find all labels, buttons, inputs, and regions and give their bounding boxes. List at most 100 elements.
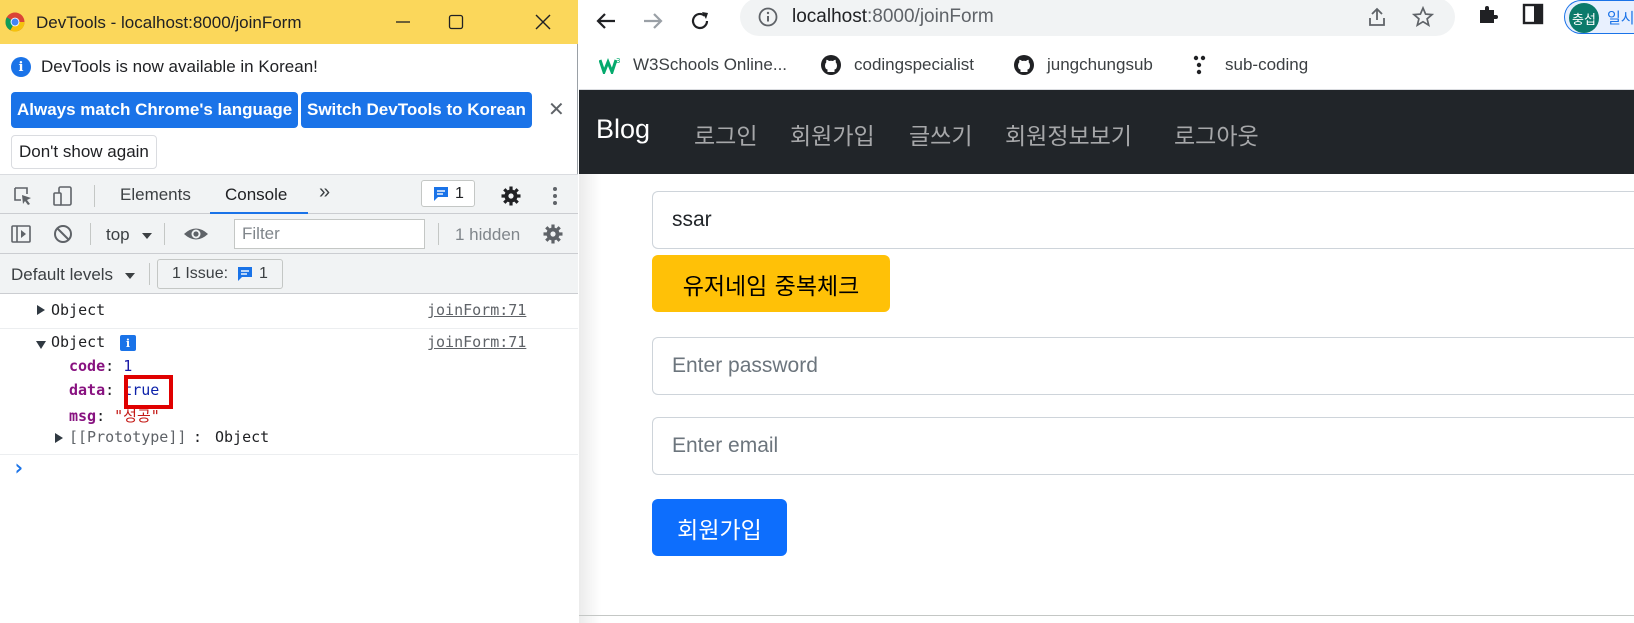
context-selector[interactable]: top xyxy=(106,225,130,245)
back-arrow-icon xyxy=(596,13,615,29)
toolbar-divider xyxy=(164,223,165,245)
issues-pill-button[interactable]: 1 Issue: 1 xyxy=(157,259,283,289)
more-tabs-button[interactable]: » xyxy=(319,181,330,204)
highlight-annotation-box xyxy=(124,375,173,409)
bookmark-jungchungsub[interactable]: jungchungsub xyxy=(1013,52,1153,78)
toolbar-divider xyxy=(90,223,91,245)
minimize-button[interactable] xyxy=(383,8,423,36)
property-value: Object xyxy=(215,428,270,446)
tab-console[interactable]: Console xyxy=(225,185,287,205)
property-value: "성공" xyxy=(114,407,160,425)
dropdown-arrow-icon xyxy=(142,233,152,239)
bookmark-label: sub-coding xyxy=(1225,55,1309,74)
password-input[interactable]: Enter password xyxy=(652,337,1634,395)
url-text: localhost:8000/joinForm xyxy=(792,6,994,28)
message-divider xyxy=(0,454,578,455)
object-label: Object xyxy=(51,333,106,351)
issues-counter-badge[interactable]: 1 xyxy=(421,180,475,207)
chrome-logo-icon xyxy=(5,12,25,32)
nav-link-write[interactable]: 글쓰기 xyxy=(909,117,972,151)
object-label: Object xyxy=(51,301,106,319)
maximize-button[interactable] xyxy=(436,8,476,36)
dots-icon xyxy=(1191,54,1213,76)
console-filter-input[interactable]: Filter xyxy=(234,219,425,249)
message-icon xyxy=(238,267,253,281)
devtools-tabstrip: Elements Console » xyxy=(0,174,578,214)
panel-edge-shadow xyxy=(579,174,601,623)
page-bottom-divider xyxy=(579,615,1634,616)
nav-link-logout[interactable]: 로그아웃 xyxy=(1174,117,1259,151)
side-panel-icon[interactable] xyxy=(1522,3,1544,25)
username-check-button[interactable]: 유저네임 중복체크 xyxy=(652,255,890,312)
devtools-titlebar[interactable]: DevTools - localhost:8000/joinForm xyxy=(0,0,578,44)
profile-button[interactable]: 충섭 일시 xyxy=(1564,0,1634,34)
property-key: data xyxy=(69,381,106,399)
forward-arrow-icon xyxy=(644,13,663,29)
dont-show-again-button[interactable]: Don't show again xyxy=(11,135,157,169)
console-prompt[interactable]: › xyxy=(12,456,25,481)
clear-console-icon[interactable] xyxy=(52,223,74,245)
console-message[interactable]: Object joinForm:71 xyxy=(0,294,578,328)
device-toolbar-icon[interactable] xyxy=(52,185,74,207)
bookmark-star-icon[interactable] xyxy=(1412,6,1434,28)
live-expression-eye-icon[interactable] xyxy=(183,223,209,245)
nav-link-user-info[interactable]: 회원정보보기 xyxy=(1005,117,1132,151)
window-close-button[interactable] xyxy=(523,8,563,36)
email-input[interactable]: Enter email xyxy=(652,417,1634,475)
more-options-icon[interactable] xyxy=(544,185,566,207)
infobar-close-icon[interactable]: ✕ xyxy=(548,97,565,121)
nav-link-login[interactable]: 로그인 xyxy=(694,117,757,151)
toolbar-divider xyxy=(438,223,439,245)
bookmark-label: jungchungsub xyxy=(1047,55,1153,74)
bookmark-sub-coding[interactable]: sub-coding xyxy=(1191,52,1308,78)
browser-window: localhost:8000/joinForm 충섭 일시 3 W3School… xyxy=(579,0,1634,623)
github-icon xyxy=(820,54,842,76)
console-filter-bar: top Filter 1 hidden xyxy=(0,214,578,254)
dropdown-arrow-icon xyxy=(125,273,135,279)
reload-button[interactable] xyxy=(684,5,716,37)
console-levels-bar: Default levels 1 Issue: 1 xyxy=(0,254,578,294)
share-icon[interactable] xyxy=(1366,6,1388,28)
language-info-message: DevTools is now available in Korean! xyxy=(41,57,318,76)
svg-text:3: 3 xyxy=(616,57,620,65)
issue-count: 1 xyxy=(259,265,268,282)
back-button[interactable] xyxy=(590,5,622,37)
collapse-arrow-icon[interactable] xyxy=(36,341,46,349)
expand-arrow-icon[interactable] xyxy=(37,305,45,315)
address-bar[interactable]: localhost:8000/joinForm xyxy=(740,0,1455,36)
console-output: Object joinForm:71 Object i joinForm:71 … xyxy=(0,294,578,623)
property-code: code: 1 xyxy=(69,357,133,375)
bookmark-w3schools[interactable]: 3 W3Schools Online... xyxy=(599,52,787,78)
site-navbar: Blog 로그인 회원가입 글쓰기 회원정보보기 로그아웃 xyxy=(579,90,1634,174)
always-match-language-button[interactable]: Always match Chrome's language xyxy=(11,92,299,128)
tab-elements[interactable]: Elements xyxy=(120,185,191,205)
url-host: localhost xyxy=(792,6,867,27)
site-info-icon[interactable] xyxy=(758,7,778,27)
nav-link-join[interactable]: 회원가입 xyxy=(790,117,875,151)
info-badge-icon[interactable]: i xyxy=(120,335,136,351)
property-key: [[Prototype]] xyxy=(69,428,187,446)
bookmark-codingspecialist[interactable]: codingspecialist xyxy=(820,52,974,78)
source-link[interactable]: joinForm:71 xyxy=(427,301,526,319)
sidebar-toggle-icon[interactable] xyxy=(10,223,32,245)
inspect-element-icon[interactable] xyxy=(12,185,34,207)
username-input[interactable]: ssar xyxy=(652,191,1634,249)
forward-button[interactable] xyxy=(637,5,669,37)
issue-label: 1 Issue: xyxy=(172,265,229,282)
log-levels-dropdown[interactable]: Default levels xyxy=(11,265,113,285)
property-key: code xyxy=(69,357,106,375)
expand-arrow-icon[interactable] xyxy=(55,433,63,443)
console-settings-gear-icon[interactable] xyxy=(542,223,564,245)
w3schools-icon: 3 xyxy=(599,54,621,76)
profile-label: 일시 xyxy=(1607,9,1634,27)
switch-to-korean-button[interactable]: Switch DevTools to Korean xyxy=(301,92,532,128)
github-icon xyxy=(1013,54,1035,76)
join-submit-button[interactable]: 회원가입 xyxy=(652,499,787,556)
navbar-brand[interactable]: Blog xyxy=(596,114,650,145)
property-key: msg xyxy=(69,407,97,425)
avatar: 충섭 xyxy=(1569,3,1599,33)
settings-gear-icon[interactable] xyxy=(500,185,522,207)
source-link[interactable]: joinForm:71 xyxy=(427,333,526,351)
console-message[interactable]: Object i joinForm:71 code: 1 data: true … xyxy=(0,329,578,453)
extensions-puzzle-icon[interactable] xyxy=(1476,2,1500,26)
